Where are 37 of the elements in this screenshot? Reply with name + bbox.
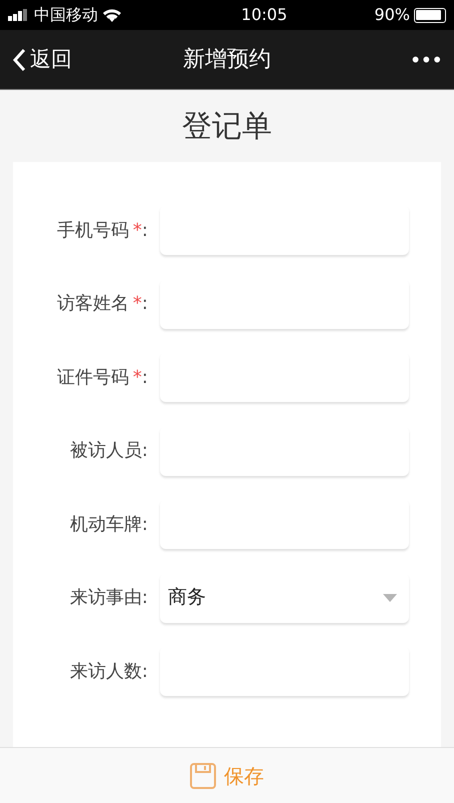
field-label: 被访人员 — [70, 439, 142, 463]
required-mark: * — [132, 218, 142, 242]
battery-percent: 90% — [374, 4, 410, 26]
field-label: 访客姓名 — [56, 292, 129, 316]
input-field[interactable] — [160, 205, 409, 255]
save-icon — [190, 762, 216, 788]
field-label: 机动车牌 — [70, 512, 142, 536]
carrier-name: 中国移动 — [34, 4, 98, 26]
colon: : — [142, 512, 148, 536]
caret-icon — [383, 594, 397, 602]
more-button[interactable]: ••• — [332, 44, 442, 74]
clock-time: 10:05 — [241, 4, 288, 26]
wifi-icon — [102, 8, 122, 22]
colon: : — [142, 586, 148, 610]
field-label: 手机号码 — [56, 218, 129, 242]
colon: : — [142, 660, 148, 684]
required-mark: * — [132, 366, 142, 390]
reason-select[interactable]: 商务 — [160, 572, 409, 622]
field-label: 来访事由 — [70, 586, 142, 610]
battery-icon — [414, 8, 446, 22]
input-field[interactable] — [160, 278, 409, 328]
colon: : — [142, 366, 148, 390]
input-field[interactable] — [160, 646, 409, 696]
input-field[interactable] — [160, 352, 409, 402]
form-title: 登记单 — [182, 108, 272, 146]
colon: : — [142, 218, 148, 242]
signal-icon — [8, 9, 30, 21]
back-icon — [12, 48, 26, 72]
colon: : — [142, 292, 148, 316]
input-field[interactable] — [160, 426, 409, 476]
colon: : — [142, 439, 148, 463]
field-label: 证件号码 — [56, 366, 129, 390]
back-button[interactable]: 返回 — [12, 44, 122, 76]
required-mark: * — [132, 292, 142, 316]
field-label: 来访人数 — [70, 660, 142, 684]
page-title: 新增预约 — [183, 46, 271, 74]
input-field[interactable] — [160, 499, 409, 549]
